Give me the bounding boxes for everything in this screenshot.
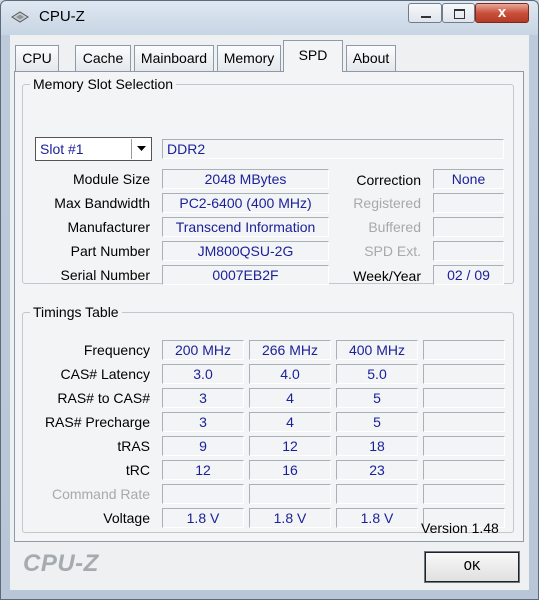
serial-number-value: 0007EB2F xyxy=(162,265,329,285)
manufacturer-value: Transcend Information xyxy=(162,217,329,237)
registered-label: Registered xyxy=(353,195,421,211)
timing-cell: 4 xyxy=(249,412,331,432)
timing-row-label: Command Rate xyxy=(51,486,150,502)
buffered-value xyxy=(433,217,504,237)
correction-value: None xyxy=(433,169,504,189)
timing-cell: 200 MHz xyxy=(162,340,244,360)
timing-cell: 5.0 xyxy=(336,364,418,384)
maximize-button[interactable] xyxy=(442,3,475,23)
timing-cell: 266 MHz xyxy=(249,340,331,360)
slot-select[interactable]: Slot #1 xyxy=(35,137,152,161)
timing-row-label: RAS# to CAS# xyxy=(57,390,150,406)
cpu-chip-icon xyxy=(11,11,29,23)
slot-dropdown-button[interactable] xyxy=(131,139,150,159)
timing-cell: 5 xyxy=(336,412,418,432)
part-number-label: Part Number xyxy=(70,243,150,259)
tab-about[interactable]: About xyxy=(346,45,396,71)
title-bar[interactable]: CPU-Z x xyxy=(1,1,538,31)
timing-cell xyxy=(423,412,505,432)
close-button[interactable]: x xyxy=(475,3,529,23)
timing-row-label: tRAS xyxy=(117,438,150,454)
timing-cell: 3.0 xyxy=(162,364,244,384)
timing-cell: 400 MHz xyxy=(336,340,418,360)
timing-row-label: RAS# Precharge xyxy=(44,414,150,430)
timing-cell: 9 xyxy=(162,436,244,456)
client-area: CPU Cache Mainboard Memory SPD About Mem… xyxy=(10,35,529,590)
tab-mainboard[interactable]: Mainboard xyxy=(134,45,214,71)
timing-cell xyxy=(423,460,505,480)
spd-ext-value xyxy=(433,241,504,261)
memory-type-value: DDR2 xyxy=(162,139,504,159)
timing-cell: 23 xyxy=(336,460,418,480)
buffered-label: Buffered xyxy=(368,219,421,235)
timing-cell: 18 xyxy=(336,436,418,456)
timing-cell: 12 xyxy=(162,460,244,480)
registered-value xyxy=(433,193,504,213)
timing-cell: 16 xyxy=(249,460,331,480)
timing-cell xyxy=(162,484,244,504)
timing-cell xyxy=(423,436,505,456)
timing-cell xyxy=(423,364,505,384)
timing-cell xyxy=(336,484,418,504)
max-bandwidth-value: PC2-6400 (400 MHz) xyxy=(162,193,329,213)
cpuz-window: CPU-Z x CPU Cache Mainboard Memory SPD A… xyxy=(0,0,539,600)
tab-cpu[interactable]: CPU xyxy=(15,45,59,71)
week-year-value: 02 / 09 xyxy=(433,265,504,285)
timings-group-title: Timings Table xyxy=(30,304,122,320)
timing-cell xyxy=(423,388,505,408)
tab-spd[interactable]: SPD xyxy=(283,40,343,72)
cpuz-logo: CPU-Z xyxy=(23,550,99,577)
timing-cell: 1.8 V xyxy=(336,508,418,528)
version-label: Version 1.48 xyxy=(421,520,499,536)
correction-label: Correction xyxy=(356,172,421,188)
tab-memory[interactable]: Memory xyxy=(217,45,281,71)
timing-row-label: tRC xyxy=(125,462,150,478)
timing-cell: 3 xyxy=(162,412,244,432)
spd-ext-label: SPD Ext. xyxy=(364,243,421,259)
module-size-value: 2048 MBytes xyxy=(162,169,329,189)
timing-row-label: Frequency xyxy=(83,342,150,358)
part-number-value: JM800QSU-2G xyxy=(162,241,329,261)
timing-cell: 4.0 xyxy=(249,364,331,384)
timing-cell xyxy=(249,484,331,504)
timing-cell: 1.8 V xyxy=(249,508,331,528)
tab-cache[interactable]: Cache xyxy=(75,45,131,71)
module-size-label: Module Size xyxy=(72,171,150,187)
timing-cell xyxy=(423,484,505,504)
memory-slot-group-title: Memory Slot Selection xyxy=(30,76,177,92)
window-title: CPU-Z xyxy=(39,8,85,25)
manufacturer-label: Manufacturer xyxy=(67,219,150,235)
timing-cell: 4 xyxy=(249,388,331,408)
timing-cell: 1.8 V xyxy=(162,508,244,528)
week-year-label: Week/Year xyxy=(353,268,421,284)
ok-button[interactable]: OK xyxy=(424,551,520,583)
slot-select-value: Slot #1 xyxy=(40,141,84,157)
timing-cell xyxy=(423,340,505,360)
close-icon: x xyxy=(497,4,507,21)
spd-panel: Memory Slot Selection Slot #1 DDR2 Modul… xyxy=(14,71,524,542)
timing-cell: 12 xyxy=(249,436,331,456)
minimize-button[interactable] xyxy=(408,3,442,23)
timing-row-label: CAS# Latency xyxy=(60,366,151,382)
max-bandwidth-label: Max Bandwidth xyxy=(54,195,150,211)
chevron-down-icon xyxy=(137,146,146,151)
serial-number-label: Serial Number xyxy=(60,267,150,283)
timing-cell: 5 xyxy=(336,388,418,408)
timing-cell: 3 xyxy=(162,388,244,408)
timing-row-label: Voltage xyxy=(103,510,150,526)
